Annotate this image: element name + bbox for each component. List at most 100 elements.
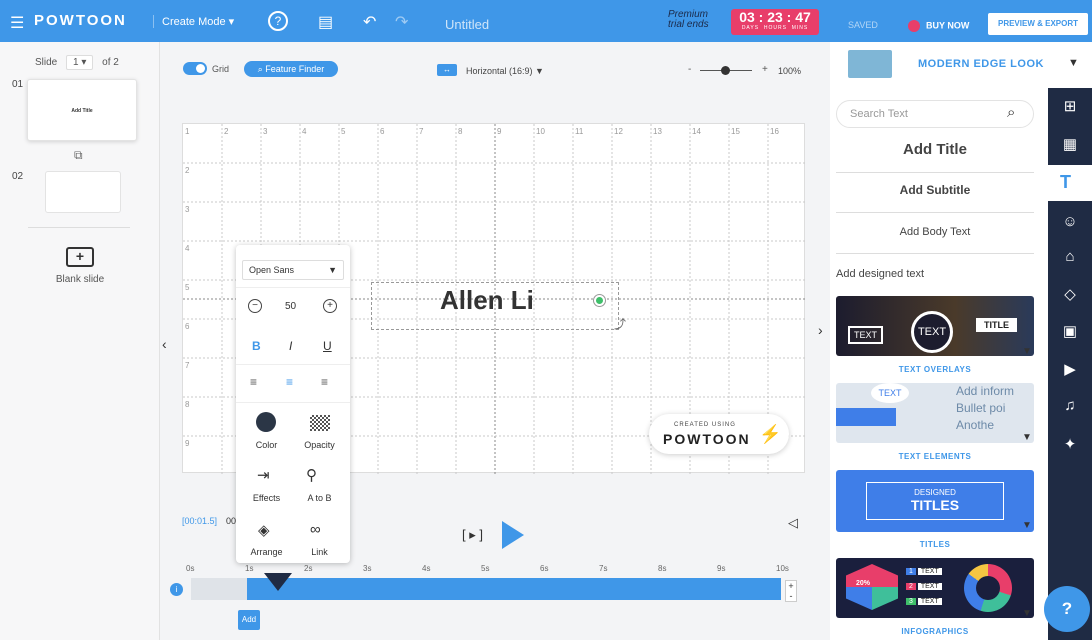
- menu-icon[interactable]: ☰: [10, 13, 24, 33]
- play-slide-icon[interactable]: [ ▸ ]: [462, 527, 483, 543]
- slide-thumbnail-2[interactable]: [45, 171, 121, 213]
- font-size-value[interactable]: 50: [285, 301, 296, 312]
- timeline-zoom-control[interactable]: + -: [785, 580, 797, 602]
- card-dropdown-icon[interactable]: ▼: [1022, 608, 1032, 619]
- rotate-handle-icon[interactable]: [594, 295, 605, 306]
- infographics-card[interactable]: 20% 1 TEXT 2 TEXT 3 TEXT: [836, 558, 1034, 618]
- play-icon[interactable]: [502, 521, 524, 549]
- orientation-select[interactable]: Horizontal (16:9) ▼: [466, 66, 544, 76]
- zoom-out-button[interactable]: -: [688, 64, 691, 75]
- resize-handle-icon[interactable]: ⤴: [614, 315, 626, 332]
- effects-label[interactable]: Effects: [238, 493, 295, 503]
- underline-button[interactable]: U: [323, 339, 332, 353]
- card-dropdown-icon[interactable]: ▼: [1022, 520, 1032, 531]
- special-effects-icon[interactable]: ✦: [1059, 435, 1081, 453]
- decrease-size-icon[interactable]: −: [248, 299, 262, 313]
- collapse-right-icon[interactable]: ›: [818, 322, 823, 338]
- buy-now-button[interactable]: BUY NOW: [908, 20, 969, 32]
- titles-card[interactable]: DESIGNED TITLES: [836, 470, 1034, 532]
- props-icon[interactable]: ⌂: [1059, 248, 1081, 265]
- add-title-item[interactable]: Add Title: [836, 141, 1034, 173]
- add-button[interactable]: Add: [238, 610, 260, 630]
- timeline-zoom-out[interactable]: -: [790, 591, 793, 601]
- collapse-left-icon[interactable]: ‹: [162, 336, 167, 352]
- search-placeholder: Search Text: [850, 108, 908, 120]
- opacity-icon[interactable]: [310, 415, 330, 431]
- search-input[interactable]: Search Text ⌕: [836, 100, 1034, 128]
- a-to-b-icon[interactable]: ⚲: [306, 466, 317, 484]
- arrange-layers-icon[interactable]: ◈: [258, 521, 270, 539]
- color-swatch-icon[interactable]: [256, 412, 276, 432]
- help-icon[interactable]: ?: [268, 11, 288, 31]
- images-icon[interactable]: ▣: [1059, 322, 1081, 340]
- layout-icon[interactable]: ⊞: [1059, 97, 1081, 115]
- color-label[interactable]: Color: [238, 440, 295, 450]
- text-category-active[interactable]: T: [1048, 165, 1092, 201]
- timeline-tick: 3s: [363, 564, 372, 573]
- italic-button[interactable]: I: [289, 339, 292, 353]
- preview-export-button[interactable]: PREVIEW & EXPORT: [988, 13, 1088, 35]
- link-label[interactable]: Link: [291, 547, 348, 557]
- add-body-text-item[interactable]: Add Body Text: [836, 226, 1034, 254]
- selected-text-box[interactable]: Allen Li ⤴: [371, 282, 626, 331]
- saved-status: SAVED: [848, 20, 878, 30]
- card-dropdown-icon[interactable]: ▼: [1022, 346, 1032, 357]
- video-icon[interactable]: ▶: [1059, 360, 1081, 378]
- music-icon[interactable]: ♫: [1059, 397, 1081, 414]
- add-blank-slide-icon[interactable]: +: [66, 247, 94, 267]
- arrange-label[interactable]: Arrange: [238, 547, 295, 557]
- notes-icon[interactable]: ▤: [318, 12, 333, 32]
- help-button[interactable]: ?: [1044, 586, 1090, 632]
- blank-slide-label[interactable]: Blank slide: [0, 274, 160, 285]
- link-icon[interactable]: ∞: [310, 521, 321, 538]
- zoom-in-button[interactable]: +: [762, 64, 768, 75]
- align-right-icon[interactable]: ≡: [321, 375, 328, 389]
- feature-finder-button[interactable]: ⌕ Feature Finder: [244, 61, 338, 77]
- text-elements-label[interactable]: TEXT ELEMENTS: [836, 452, 1034, 461]
- align-center-icon[interactable]: ≡: [286, 375, 293, 389]
- bold-button[interactable]: B: [252, 339, 261, 353]
- text-overlays-label[interactable]: TEXT OVERLAYS: [836, 365, 1034, 374]
- titles-label[interactable]: TITLES: [836, 540, 1034, 549]
- insert-transition-icon[interactable]: ⧉: [74, 148, 83, 163]
- watermark-big-text: POWTOON: [663, 431, 751, 447]
- background-pattern-icon[interactable]: ▦: [1059, 135, 1081, 153]
- zoom-slider-handle[interactable]: [721, 66, 730, 75]
- timeline-zoom-in[interactable]: +: [788, 581, 793, 591]
- info-icon[interactable]: i: [170, 583, 183, 596]
- volume-icon[interactable]: ◁: [788, 515, 798, 531]
- infographics-label[interactable]: INFOGRAPHICS: [836, 627, 1034, 636]
- search-icon[interactable]: ⌕: [1007, 104, 1015, 121]
- timeline-bar[interactable]: [247, 578, 781, 600]
- characters-icon[interactable]: ☺: [1059, 213, 1081, 230]
- mode-dropdown[interactable]: Create Mode ▾: [153, 15, 234, 28]
- a-to-b-label[interactable]: A to B: [291, 493, 348, 503]
- add-subtitle-item[interactable]: Add Subtitle: [836, 183, 1034, 213]
- redo-icon[interactable]: ↷: [395, 12, 408, 32]
- slide-thumbnail-1[interactable]: Add Title: [27, 79, 137, 141]
- slide-number-select[interactable]: 1 ▾: [66, 55, 94, 70]
- effects-icon[interactable]: ⇥: [257, 466, 270, 484]
- look-header[interactable]: MODERN EDGE LOOK ▼: [830, 42, 1092, 88]
- undo-icon[interactable]: ↶: [363, 12, 376, 32]
- grid-row-label: 5: [185, 283, 190, 292]
- premium-trial-note: Premium trial ends: [668, 10, 709, 30]
- text-elements-card[interactable]: TEXT Add inform Bullet poi Anothe: [836, 383, 1034, 443]
- slides-panel: Slide 1 ▾ of 2 01 Add Title ⧉ 02 + Blank…: [0, 42, 160, 640]
- timeline-before: [191, 578, 247, 600]
- grid-col-label: 14: [692, 127, 701, 136]
- text-overlays-card[interactable]: TEXT TEXT TITLE: [836, 296, 1034, 356]
- opacity-label[interactable]: Opacity: [291, 440, 348, 450]
- chevron-down-icon[interactable]: ▼: [1068, 57, 1079, 69]
- shapes-icon[interactable]: ◇: [1059, 285, 1081, 303]
- allen-li-text[interactable]: Allen Li: [440, 285, 534, 316]
- titles-sample-small: DESIGNED: [914, 488, 956, 497]
- font-select[interactable]: Open Sans ▼: [242, 260, 344, 280]
- grid-toggle[interactable]: [183, 62, 207, 75]
- align-left-icon[interactable]: ≡: [250, 375, 257, 389]
- document-title[interactable]: Untitled: [445, 17, 489, 32]
- card-dropdown-icon[interactable]: ▼: [1022, 432, 1032, 443]
- increase-size-icon[interactable]: +: [323, 299, 337, 313]
- playhead-icon[interactable]: [264, 573, 292, 591]
- divider: [236, 287, 350, 288]
